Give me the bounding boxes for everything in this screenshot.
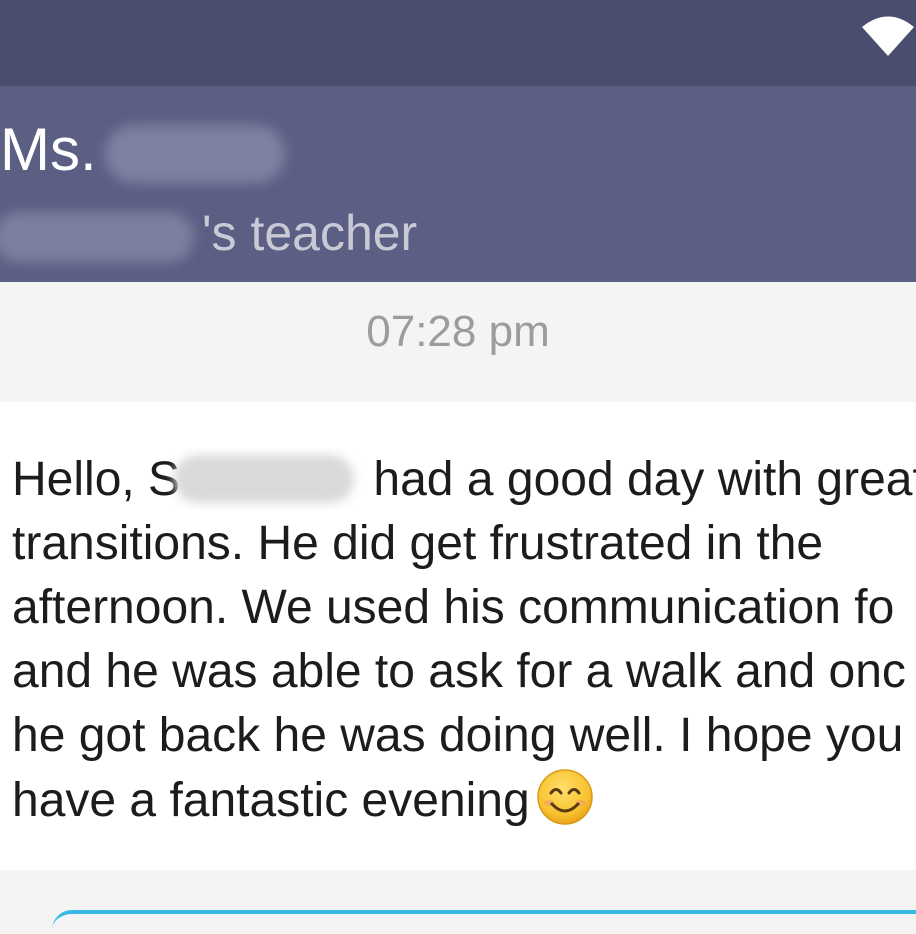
redacted-student-name (174, 455, 355, 503)
message-bubble[interactable]: Hello, S had a good day with great trans… (0, 402, 916, 870)
message-line: Hello, S had a good day with great (12, 448, 916, 512)
contact-name: Ms. (0, 114, 285, 186)
wifi-icon (862, 16, 914, 56)
message-line: and he was able to ask for a walk and on… (12, 645, 906, 698)
compose-area (0, 870, 916, 916)
redacted-name (104, 125, 285, 184)
contact-role: 's teacher (202, 205, 418, 261)
contact-subtitle: 's teacher (0, 202, 417, 264)
message-timestamp: 07:28 pm (366, 307, 550, 356)
compose-input-edge[interactable] (52, 910, 916, 934)
timestamp-divider: 07:28 pm (0, 282, 916, 402)
smiling-face-icon (536, 769, 593, 825)
conversation-header[interactable]: Ms. 's teacher (0, 86, 916, 282)
status-bar (0, 0, 916, 86)
contact-title: Ms. (0, 116, 97, 183)
redacted-child-name (0, 211, 194, 262)
message-line: have a fantastic evening (12, 768, 916, 833)
message-line: afternoon. We used his communication fo (12, 581, 895, 634)
message-line: he got back he was doing well. I hope yo… (12, 709, 904, 762)
message-line-end: had a good day with great (360, 453, 916, 506)
message-line: transitions. He did get frustrated in th… (12, 517, 824, 570)
message-line-text: have a fantastic evening (12, 774, 530, 827)
message-line-start: Hello, S (12, 453, 181, 506)
message-text: Hello, S had a good day with great trans… (12, 448, 916, 833)
